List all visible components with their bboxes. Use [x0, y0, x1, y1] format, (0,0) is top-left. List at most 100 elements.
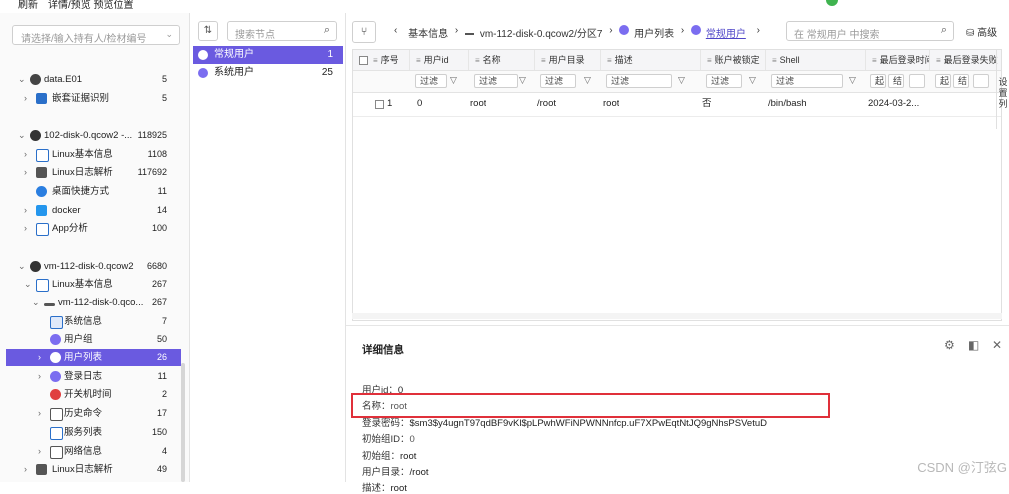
- chevron-down-icon[interactable]: ⌄: [18, 258, 26, 275]
- sort-button[interactable]: ⇅: [198, 21, 218, 41]
- advanced-search-button[interactable]: ⛁ 高级: [966, 24, 997, 39]
- table-horizontal-scrollbar[interactable]: [352, 313, 1002, 319]
- tree-item-nested-evidence[interactable]: › 嵌套证据识别 5: [6, 90, 181, 107]
- filter-icon[interactable]: ▽: [519, 75, 526, 86]
- tree-item-102-disk[interactable]: ⌄ 102-disk-0.qcow2 -... 118925: [6, 127, 181, 144]
- chevron-right-icon[interactable]: ›: [24, 220, 27, 237]
- tree-item-docker[interactable]: › docker 14: [6, 202, 181, 219]
- row-checkbox[interactable]: [375, 100, 384, 109]
- search-icon[interactable]: ⌕: [941, 24, 947, 37]
- filter-icon[interactable]: ▽: [678, 75, 685, 86]
- chevron-right-icon[interactable]: ›: [24, 461, 27, 478]
- node-item-regular-users[interactable]: 常规用户 1: [193, 46, 343, 64]
- filter-range-end[interactable]: 结: [888, 74, 904, 88]
- chevron-down-icon[interactable]: ⌄: [18, 71, 26, 88]
- filter-icon[interactable]: ▽: [450, 75, 457, 86]
- tree-item-power-times[interactable]: 开关机时间 2: [6, 386, 181, 403]
- filter-icon[interactable]: ▽: [849, 75, 856, 86]
- filter-range-start[interactable]: 起: [870, 74, 886, 88]
- tree-item-user-groups[interactable]: 用户组 50: [6, 331, 181, 348]
- detail-value: root: [400, 451, 417, 462]
- node-item-system-users[interactable]: 系统用户 25: [193, 64, 343, 82]
- branch-icon[interactable]: ⑂: [352, 21, 376, 43]
- filter-input-locked[interactable]: 过滤: [706, 74, 742, 88]
- refresh-menu[interactable]: 刷新: [18, 0, 38, 12]
- tree-item-count: 117692: [137, 167, 167, 177]
- chevron-right-icon[interactable]: ›: [24, 164, 27, 181]
- column-header-shell[interactable]: ≡ Shell: [766, 50, 866, 70]
- detail-value[interactable]: $sm3$y4ugnT97qdBF9vKl$pLPwhWFiNPWNNnfcp.…: [410, 418, 767, 429]
- tree-scrollbar[interactable]: [181, 363, 185, 482]
- tree-item-partition[interactable]: ⌄ vm-112-disk-0.qco... 267: [6, 294, 181, 311]
- filter-icon[interactable]: ▽: [749, 75, 756, 86]
- tree-item-linux-logs[interactable]: › Linux日志解析 117692: [6, 164, 181, 181]
- tree-item-label: 用户组: [64, 334, 93, 345]
- tree-item-linux-basic[interactable]: › Linux基本信息 1108: [6, 146, 181, 163]
- tree-item-services[interactable]: 服务列表 150: [6, 424, 181, 441]
- details-menu[interactable]: 详情/预览 预览位置: [48, 0, 134, 12]
- filter-input-name[interactable]: 过滤: [474, 74, 518, 88]
- tree-item-history[interactable]: › 历史命令 17: [6, 405, 181, 422]
- column-header-index[interactable]: ≡ 序号: [353, 50, 410, 70]
- chevron-left-icon[interactable]: ‹: [394, 25, 397, 36]
- column-header-uid[interactable]: ≡ 用户id: [410, 50, 469, 70]
- column-header-name[interactable]: ≡ 名称: [469, 50, 535, 70]
- close-icon[interactable]: ✕: [992, 338, 1002, 352]
- date-picker-icon[interactable]: [909, 74, 925, 88]
- filter-input-uid[interactable]: 过滤: [415, 74, 447, 88]
- filter-range-start[interactable]: 起: [935, 74, 951, 88]
- chevron-down-icon[interactable]: ⌄: [24, 276, 32, 293]
- user-search-placeholder: 在 常规用户 中搜索: [794, 30, 880, 41]
- chevron-right-icon[interactable]: ›: [38, 443, 41, 460]
- chevron-right-icon[interactable]: ›: [24, 90, 27, 107]
- chevron-right-icon[interactable]: ›: [38, 405, 41, 422]
- user-search-input[interactable]: 在 常规用户 中搜索 ⌕: [786, 21, 954, 41]
- chevron-right-icon[interactable]: ›: [24, 202, 27, 219]
- filter-input-shell[interactable]: 过滤: [771, 74, 843, 88]
- column-header-label: 用户目录: [548, 55, 585, 65]
- tree-item-system-info[interactable]: 系统信息 7: [6, 313, 181, 330]
- column-header-last-login[interactable]: ≡ 最后登录时间: [866, 50, 930, 70]
- chevron-right-icon[interactable]: ›: [24, 146, 27, 163]
- column-header-desc[interactable]: ≡ 描述: [601, 50, 701, 70]
- search-icon[interactable]: ⌕: [324, 24, 330, 37]
- tree-item-desktop-shortcuts[interactable]: 桌面快捷方式 11: [6, 183, 181, 200]
- chevron-right-icon[interactable]: ›: [38, 368, 41, 385]
- date-picker-icon[interactable]: [973, 74, 989, 88]
- chevron-right-icon[interactable]: ›: [38, 349, 41, 366]
- breadcrumb-item[interactable]: vm-112-disk-0.qcow2/分区7: [480, 25, 603, 40]
- owner-select[interactable]: 请选择/输入持有人/检材编号 ⌄: [12, 25, 180, 45]
- tree-item-network[interactable]: › 网络信息 4: [6, 443, 181, 460]
- node-search-input[interactable]: 搜索节点 ⌕: [227, 21, 337, 41]
- menu-icon: ≡: [772, 56, 777, 65]
- breadcrumb-item[interactable]: 基本信息: [408, 25, 448, 40]
- filter-icon[interactable]: ▽: [584, 75, 591, 86]
- filter-input-home[interactable]: 过滤: [540, 74, 576, 88]
- chevron-down-icon[interactable]: ⌄: [32, 294, 40, 311]
- tree-item-vm112[interactable]: ⌄ vm-112-disk-0.qcow2 6680: [6, 258, 181, 275]
- chevron-right-icon[interactable]: ›: [757, 25, 760, 36]
- select-all-checkbox[interactable]: [359, 56, 368, 65]
- breadcrumb-item[interactable]: 用户列表: [634, 25, 674, 40]
- filter-range-end[interactable]: 结: [953, 74, 969, 88]
- filter-input-desc[interactable]: 过滤: [606, 74, 672, 88]
- tree-item-vm112-linux-logs[interactable]: › Linux日志解析 49: [6, 461, 181, 478]
- breadcrumb-item-current[interactable]: 常规用户: [706, 25, 746, 40]
- column-header-locked[interactable]: ≡ 账户被锁定: [701, 50, 766, 70]
- tree-item-data-e01[interactable]: ⌄ data.E01 5: [6, 71, 181, 88]
- tree-item-user-list[interactable]: › 用户列表 26: [6, 349, 181, 366]
- tree-item-app-analysis[interactable]: › App分析 100: [6, 220, 181, 237]
- column-header-label: 用户id: [423, 55, 449, 65]
- column-header-last-failed[interactable]: ≡ 最后登录失败: [930, 50, 1001, 70]
- tree-item-vm112-linux-basic[interactable]: ⌄ Linux基本信息 267: [6, 276, 181, 293]
- table-row[interactable]: 1 0 root /root root 否 /bin/bash 2024-03-…: [353, 92, 1001, 117]
- split-view-icon[interactable]: ◧: [968, 338, 979, 352]
- services-icon: [50, 427, 63, 440]
- tree-item-login-logs[interactable]: › 登录日志 11: [6, 368, 181, 385]
- detail-panel: 详细信息 ⚙ ◧ ✕ 用户id：0 名称：root 登录密码：$sm3$y4ug…: [346, 325, 1009, 494]
- column-settings-button[interactable]: 设置列: [996, 49, 1009, 129]
- tree-item-label: Linux基本信息: [52, 279, 113, 290]
- chevron-down-icon[interactable]: ⌄: [18, 127, 26, 144]
- column-header-home[interactable]: ≡ 用户目录: [535, 50, 601, 70]
- gear-icon[interactable]: ⚙: [944, 338, 955, 352]
